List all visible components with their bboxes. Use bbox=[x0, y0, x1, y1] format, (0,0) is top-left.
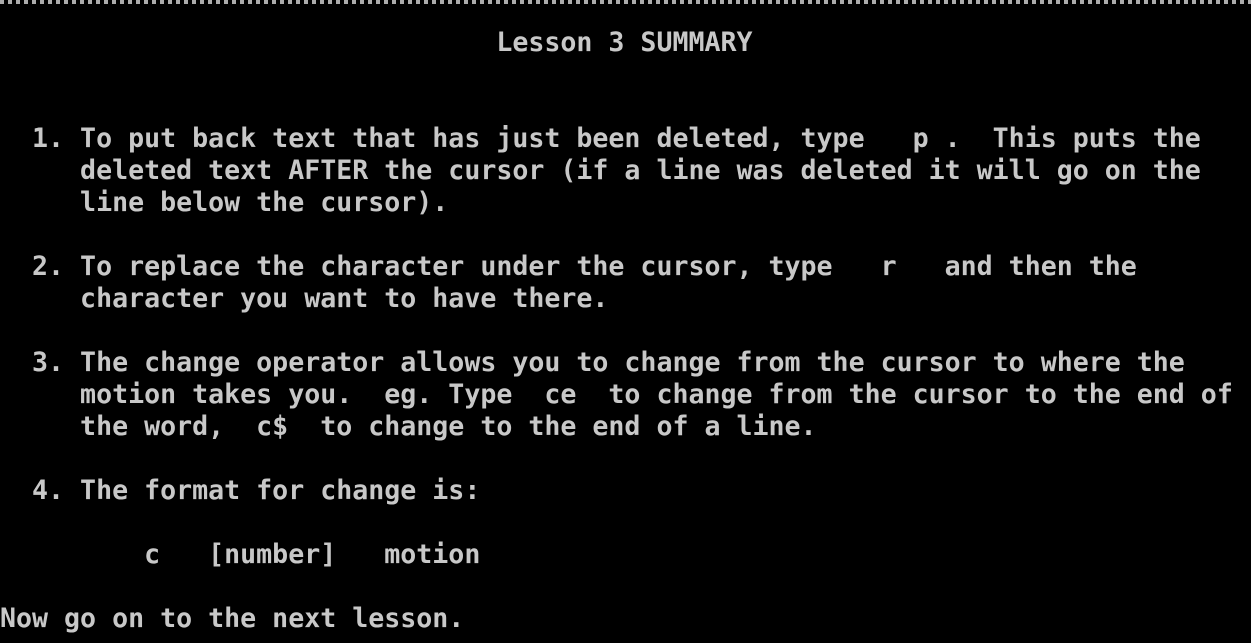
terminal-screen[interactable]: Lesson 3 SUMMARY 1. To put back text tha… bbox=[0, 0, 1251, 643]
lesson-title: Lesson 3 SUMMARY bbox=[0, 27, 753, 58]
text-line: Now go on to the next lesson. bbox=[0, 603, 465, 634]
text-line: deleted text AFTER the cursor (if a line… bbox=[0, 155, 1201, 186]
top-border bbox=[0, 0, 1251, 4]
text-line: line below the cursor). bbox=[0, 187, 449, 218]
text-line: character you want to have there. bbox=[0, 283, 609, 314]
text-line: 4. The format for change is: bbox=[0, 475, 481, 506]
text-line: 1. To put back text that has just been d… bbox=[0, 123, 1201, 154]
text-line: motion takes you. eg. Type ce to change … bbox=[0, 379, 1233, 410]
text-line: 3. The change operator allows you to cha… bbox=[0, 347, 1185, 378]
text-line: 2. To replace the character under the cu… bbox=[0, 251, 1137, 282]
text-line: the word, c$ to change to the end of a l… bbox=[0, 411, 817, 442]
text-line: c [number] motion bbox=[0, 539, 481, 570]
